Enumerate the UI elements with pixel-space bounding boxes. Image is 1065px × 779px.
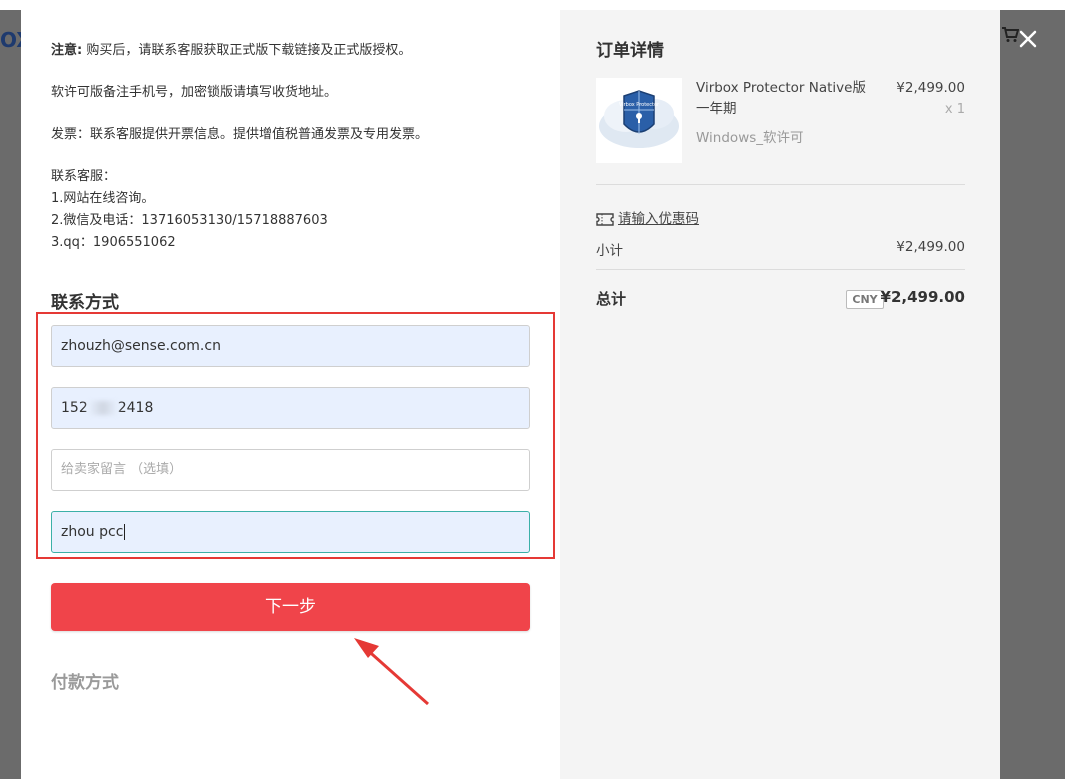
order-title: 订单详情: [596, 41, 664, 61]
thumbnail-label: Virbox Protector: [619, 102, 660, 108]
background-top-bar: [0, 0, 1065, 10]
contact-section-title: 联系方式: [51, 293, 119, 313]
divider: [596, 269, 965, 270]
contact-item-3: 3.qq：1906551062: [51, 235, 176, 250]
email-value: zhouzh@sense.com.cn: [61, 338, 221, 354]
checkout-form-panel: 注意: 购买后，请联系客服获取正式版下载链接及正式版授权。 软许可版备注手机号，…: [21, 10, 560, 779]
divider: [596, 184, 965, 185]
close-icon[interactable]: [1016, 27, 1040, 51]
next-step-button[interactable]: 下一步: [51, 583, 530, 631]
product-quantity: x 1: [944, 102, 965, 117]
contact-item-2: 2.微信及电话：13716053130/15718887603: [51, 213, 328, 228]
notice-line-2: 软许可版备注手机号，加密锁版请填写收货地址。: [51, 85, 338, 100]
total-label: 总计: [596, 290, 627, 308]
subtotal-value: ¥2,499.00: [896, 239, 965, 255]
ticket-icon: [596, 213, 614, 226]
order-summary-panel: 订单详情 Virbox Protector Virbox Protector N…: [560, 10, 1000, 779]
notice-text: 购买后，请联系客服获取正式版下载链接及正式版授权。: [82, 43, 412, 58]
payment-section-title: 付款方式: [51, 673, 119, 693]
subtotal-label: 小计: [596, 243, 623, 259]
name-value: zhou pcc: [61, 524, 124, 540]
checkout-modal: 注意: 购买后，请联系客服获取正式版下载链接及正式版授权。 软许可版备注手机号，…: [21, 10, 1000, 779]
purchase-notice: 注意: 购买后，请联系客服获取正式版下载链接及正式版授权。 软许可版备注手机号，…: [51, 40, 541, 254]
contact-item-1: 1.网站在线咨询。: [51, 191, 155, 206]
contact-heading: 联系客服：: [51, 169, 117, 184]
phone-field[interactable]: 152 2418: [51, 387, 530, 429]
message-field[interactable]: 给卖家留言 （选填）: [51, 449, 530, 491]
notice-line-3: 发票：联系客服提供开票信息。提供增值税普通发票及专用发票。: [51, 127, 429, 142]
notice-line-1: 注意: 购买后，请联系客服获取正式版下载链接及正式版授权。: [51, 40, 541, 62]
phone-suffix: 2418: [117, 400, 154, 416]
name-field[interactable]: zhou pcc: [51, 511, 530, 553]
coupon-link[interactable]: 请输入优惠码: [596, 207, 699, 227]
notice-label: 注意:: [51, 43, 83, 58]
product-price: ¥2,499.00: [896, 80, 965, 96]
product-variant: Windows_软许可: [696, 130, 804, 146]
email-field[interactable]: zhouzh@sense.com.cn: [51, 325, 530, 367]
phone-redaction: [87, 401, 118, 415]
product-thumbnail: Virbox Protector: [596, 78, 682, 163]
coupon-label[interactable]: 请输入优惠码: [618, 211, 699, 227]
phone-prefix: 152: [61, 400, 88, 416]
text-caret: [124, 524, 126, 540]
total-value: ¥2,499.00: [880, 288, 965, 306]
product-name: Virbox Protector Native版 一年期: [696, 80, 866, 117]
message-placeholder: 给卖家留言 （选填）: [61, 462, 183, 477]
